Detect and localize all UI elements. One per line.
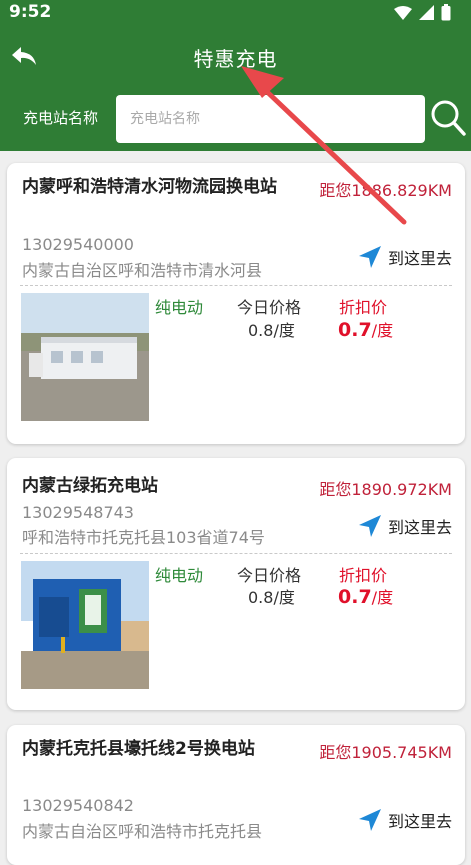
station-card[interactable]: 内蒙托克托县壕托线2号换电站 距您1905.745KM 13029540842 … [7,725,465,865]
search-input[interactable] [116,95,425,143]
station-address: 内蒙古自治区呼和浩特市托克托县 [22,822,263,841]
station-photo [21,561,149,689]
vehicle-type-tag: 纯电动 [155,566,204,585]
discount-unit: /度 [371,588,394,607]
wifi-icon [394,5,412,20]
station-address: 内蒙古自治区呼和浩特市清水河县 [22,261,263,280]
station-phone: 13029540000 [22,235,134,254]
page-title: 特惠充电 [193,47,278,71]
vehicle-type-tag: 纯电动 [155,298,204,317]
navigate-label: 到这里去 [387,518,452,537]
divider [20,553,452,554]
search-icon[interactable] [430,99,466,137]
search-label: 充电站名称 [23,109,99,127]
navigate-button[interactable]: 到这里去 [358,514,452,538]
navigate-button[interactable]: 到这里去 [358,245,452,269]
navigate-button[interactable]: 到这里去 [358,808,452,832]
header-bar: 9:52 特惠充电 充电站名称 [0,0,471,151]
discount-value: 0.7 [338,586,372,608]
price-value: 0.8/度 [248,588,295,607]
navigation-arrow-icon [358,809,381,831]
discount-price: 0.7/度 [338,317,393,341]
discount-price: 0.7/度 [338,584,393,608]
navigation-arrow-icon [358,515,381,537]
navigate-label: 到这里去 [387,812,452,831]
station-card[interactable]: 内蒙古绿拓充电站 距您1890.972KM 13029548743 呼和浩特市托… [7,458,465,710]
price-value: 0.8/度 [248,321,295,340]
discount-label: 折扣价 [339,298,388,317]
station-phone: 13029540842 [22,796,134,815]
station-phone: 13029548743 [22,503,134,522]
station-card[interactable]: 内蒙呼和浩特清水河物流园换电站 距您1886.829KM 13029540000… [7,163,465,444]
signal-icon [419,5,434,20]
battery-icon [441,4,451,21]
discount-value: 0.7 [338,319,372,341]
station-address: 呼和浩特市托克托县103省道74号 [22,528,265,547]
status-icons [394,4,451,21]
station-name: 内蒙托克托县壕托线2号换电站 [22,739,255,759]
station-name: 内蒙呼和浩特清水河物流园换电站 [22,177,277,197]
status-bar: 9:52 [0,0,471,26]
station-name: 内蒙古绿拓充电站 [22,476,158,496]
divider [20,285,452,286]
station-distance: 距您1890.972KM [319,480,452,499]
navigation-arrow-icon [358,246,381,268]
price-label: 今日价格 [237,566,302,585]
navigate-label: 到这里去 [387,249,452,268]
station-photo [21,293,149,421]
price-label: 今日价格 [237,298,302,317]
discount-label: 折扣价 [339,566,388,585]
discount-unit: /度 [371,321,394,340]
station-distance: 距您1886.829KM [319,181,452,200]
station-distance: 距您1905.745KM [319,743,452,762]
status-time: 9:52 [9,2,52,22]
